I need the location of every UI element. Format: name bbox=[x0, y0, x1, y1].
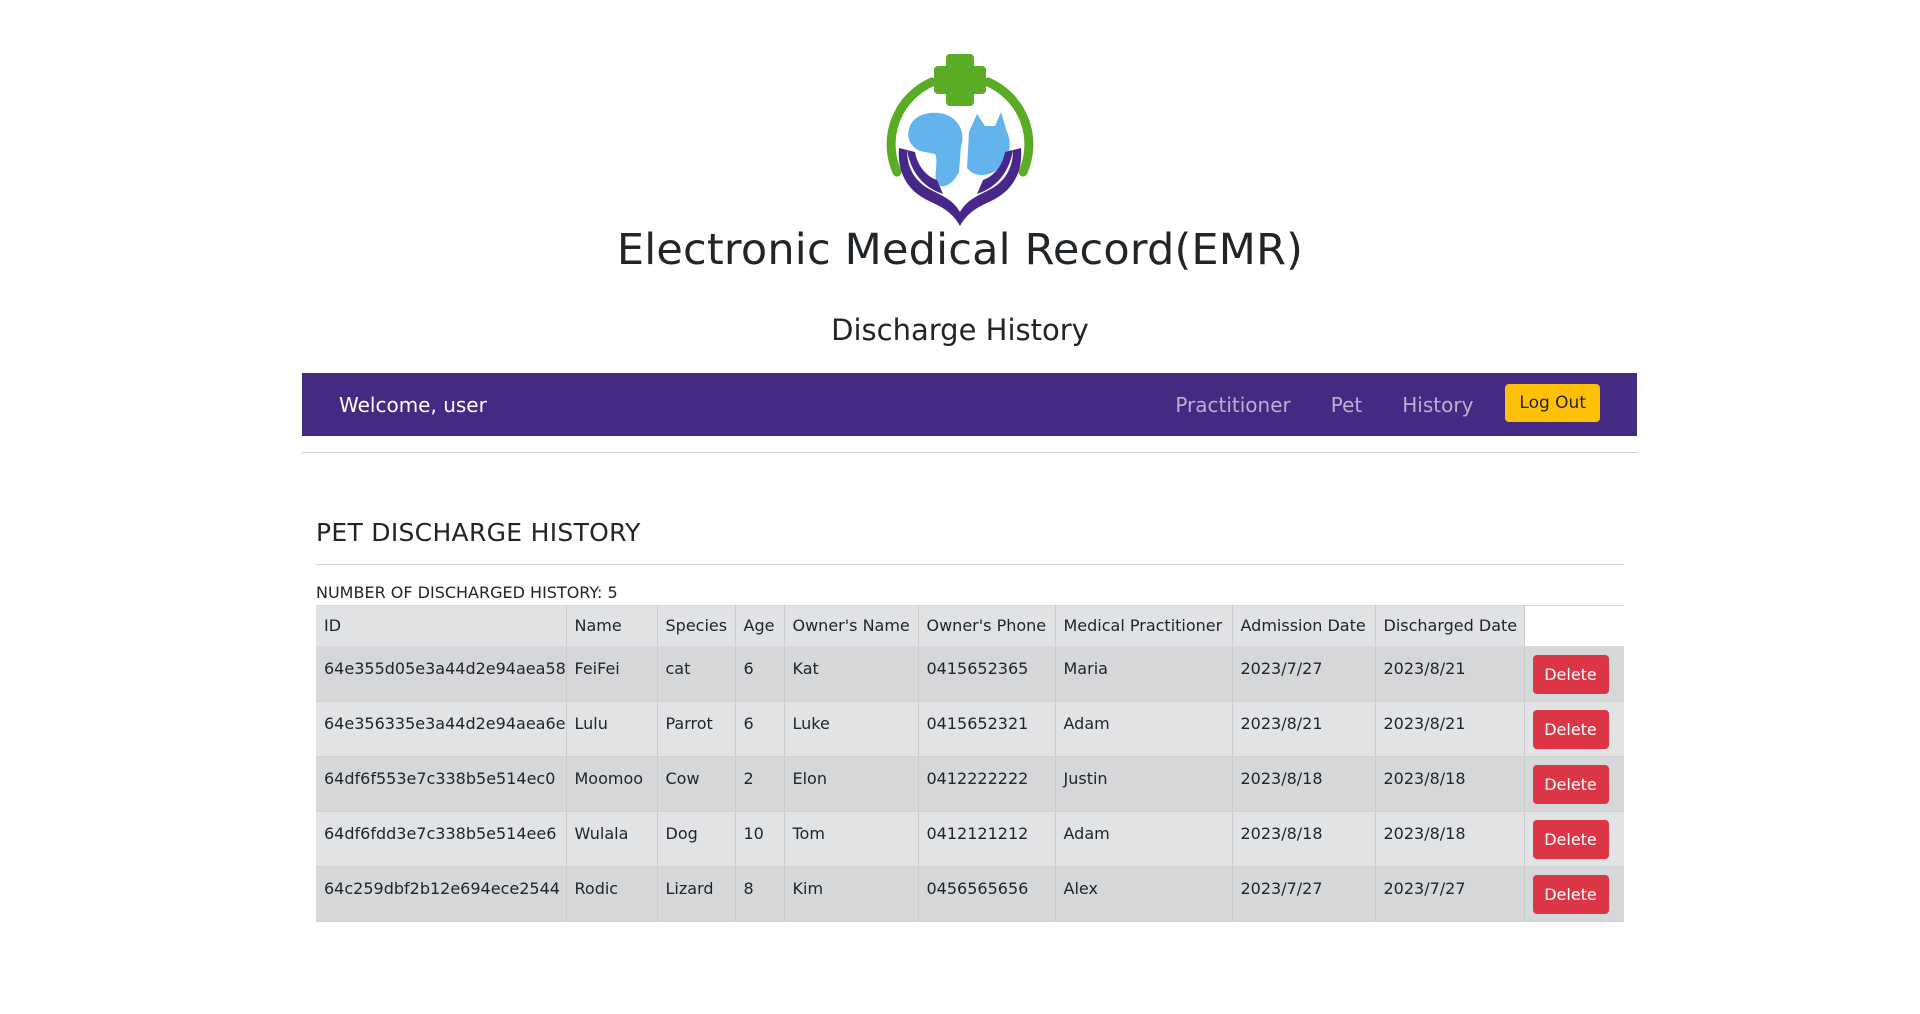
column-header-actions bbox=[1524, 605, 1624, 647]
column-header-owner-name: Owner's Name bbox=[784, 605, 919, 647]
delete-button[interactable]: Delete bbox=[1532, 655, 1609, 694]
nav-link-pet[interactable]: Pet bbox=[1331, 393, 1363, 417]
cell-name: Lulu bbox=[566, 701, 658, 757]
cell-id: 64df6f553e7c338b5e514ec0 bbox=[316, 756, 567, 812]
divider bbox=[316, 564, 1624, 565]
delete-button[interactable]: Delete bbox=[1532, 710, 1609, 749]
cell-id: 64e355d05e3a44d2e94aea58 bbox=[316, 646, 567, 702]
cell-discharged-date: 2023/7/27 bbox=[1375, 866, 1525, 922]
cell-age: 10 bbox=[735, 811, 785, 867]
record-count: NUMBER OF DISCHARGED HISTORY: 5 bbox=[316, 583, 618, 602]
delete-button[interactable]: Delete bbox=[1532, 875, 1609, 914]
cell-species: Cow bbox=[657, 756, 736, 812]
section-title: PET DISCHARGE HISTORY bbox=[316, 518, 641, 547]
table-header-row: ID Name Species Age Owner's Name Owner's… bbox=[316, 605, 1624, 647]
cell-species: Parrot bbox=[657, 701, 736, 757]
cell-discharged-date: 2023/8/18 bbox=[1375, 756, 1525, 812]
column-header-medical-practitioner: Medical Practitioner bbox=[1055, 605, 1233, 647]
cell-age: 8 bbox=[735, 866, 785, 922]
cell-owner-name: Kim bbox=[784, 866, 919, 922]
cell-name: Moomoo bbox=[566, 756, 658, 812]
divider bbox=[302, 452, 1637, 453]
table-row: 64e356335e3a44d2e94aea6e Lulu Parrot 6 L… bbox=[316, 701, 1624, 757]
logo bbox=[0, 52, 1920, 228]
column-header-name: Name bbox=[566, 605, 658, 647]
app-title: Electronic Medical Record(EMR) bbox=[616, 225, 1304, 275]
cell-name: FeiFei bbox=[566, 646, 658, 702]
cell-actions: Delete bbox=[1524, 866, 1624, 922]
cell-age: 6 bbox=[735, 646, 785, 702]
discharge-history-table-container: ID Name Species Age Owner's Name Owner's… bbox=[316, 605, 1624, 922]
cell-species: Dog bbox=[657, 811, 736, 867]
table-row: 64df6fdd3e7c338b5e514ee6 Wulala Dog 10 T… bbox=[316, 811, 1624, 867]
cell-actions: Delete bbox=[1524, 646, 1624, 702]
cell-age: 2 bbox=[735, 756, 785, 812]
discharge-history-table: ID Name Species Age Owner's Name Owner's… bbox=[316, 605, 1624, 922]
cell-medical-practitioner: Alex bbox=[1055, 866, 1233, 922]
table-row: 64e355d05e3a44d2e94aea58 FeiFei cat 6 Ka… bbox=[316, 646, 1624, 702]
table-row: 64c259dbf2b12e694ece2544 Rodic Lizard 8 … bbox=[316, 866, 1624, 922]
cell-admission-date: 2023/7/27 bbox=[1232, 866, 1376, 922]
cell-admission-date: 2023/8/18 bbox=[1232, 811, 1376, 867]
veterinary-care-logo-icon bbox=[886, 54, 1034, 226]
cell-owner-name: Tom bbox=[784, 811, 919, 867]
column-header-discharged-date: Discharged Date bbox=[1375, 605, 1525, 647]
cell-id: 64df6fdd3e7c338b5e514ee6 bbox=[316, 811, 567, 867]
nav-link-practitioner[interactable]: Practitioner bbox=[1175, 393, 1290, 417]
cell-owner-name: Luke bbox=[784, 701, 919, 757]
cell-discharged-date: 2023/8/21 bbox=[1375, 701, 1525, 757]
cell-medical-practitioner: Maria bbox=[1055, 646, 1233, 702]
cell-owner-phone: 0415652365 bbox=[918, 646, 1056, 702]
cell-owner-phone: 0412222222 bbox=[918, 756, 1056, 812]
delete-button[interactable]: Delete bbox=[1532, 820, 1609, 859]
cell-medical-practitioner: Adam bbox=[1055, 811, 1233, 867]
column-header-id: ID bbox=[316, 605, 567, 647]
cell-medical-practitioner: Justin bbox=[1055, 756, 1233, 812]
top-navbar: Welcome, user Practitioner Pet History L… bbox=[302, 373, 1637, 436]
cell-admission-date: 2023/8/21 bbox=[1232, 701, 1376, 757]
nav-links: Practitioner Pet History Log Out bbox=[1175, 383, 1600, 422]
column-header-species: Species bbox=[657, 605, 736, 647]
cell-actions: Delete bbox=[1524, 756, 1624, 812]
table-row: 64df6f553e7c338b5e514ec0 Moomoo Cow 2 El… bbox=[316, 756, 1624, 812]
cell-medical-practitioner: Adam bbox=[1055, 701, 1233, 757]
page: Electronic Medical Record(EMR) Discharge… bbox=[0, 0, 1920, 1014]
cell-owner-phone: 0412121212 bbox=[918, 811, 1056, 867]
column-header-admission-date: Admission Date bbox=[1232, 605, 1376, 647]
cell-discharged-date: 2023/8/18 bbox=[1375, 811, 1525, 867]
delete-button[interactable]: Delete bbox=[1532, 765, 1609, 804]
cell-id: 64c259dbf2b12e694ece2544 bbox=[316, 866, 567, 922]
cell-owner-phone: 0456565656 bbox=[918, 866, 1056, 922]
cell-discharged-date: 2023/8/21 bbox=[1375, 646, 1525, 702]
cell-id: 64e356335e3a44d2e94aea6e bbox=[316, 701, 567, 757]
column-header-age: Age bbox=[735, 605, 785, 647]
cell-owner-name: Elon bbox=[784, 756, 919, 812]
logout-button[interactable]: Log Out bbox=[1505, 383, 1600, 422]
nav-link-history[interactable]: History bbox=[1402, 393, 1473, 417]
cell-owner-phone: 0415652321 bbox=[918, 701, 1056, 757]
cell-owner-name: Kat bbox=[784, 646, 919, 702]
cell-admission-date: 2023/8/18 bbox=[1232, 756, 1376, 812]
column-header-owner-phone: Owner's Phone bbox=[918, 605, 1056, 647]
cell-actions: Delete bbox=[1524, 701, 1624, 757]
cell-admission-date: 2023/7/27 bbox=[1232, 646, 1376, 702]
cell-actions: Delete bbox=[1524, 811, 1624, 867]
page-subtitle: Discharge History bbox=[831, 313, 1089, 347]
cell-species: Lizard bbox=[657, 866, 736, 922]
cell-name: Rodic bbox=[566, 866, 658, 922]
cell-age: 6 bbox=[735, 701, 785, 757]
welcome-message: Welcome, user bbox=[339, 392, 487, 417]
cell-name: Wulala bbox=[566, 811, 658, 867]
cell-species: cat bbox=[657, 646, 736, 702]
